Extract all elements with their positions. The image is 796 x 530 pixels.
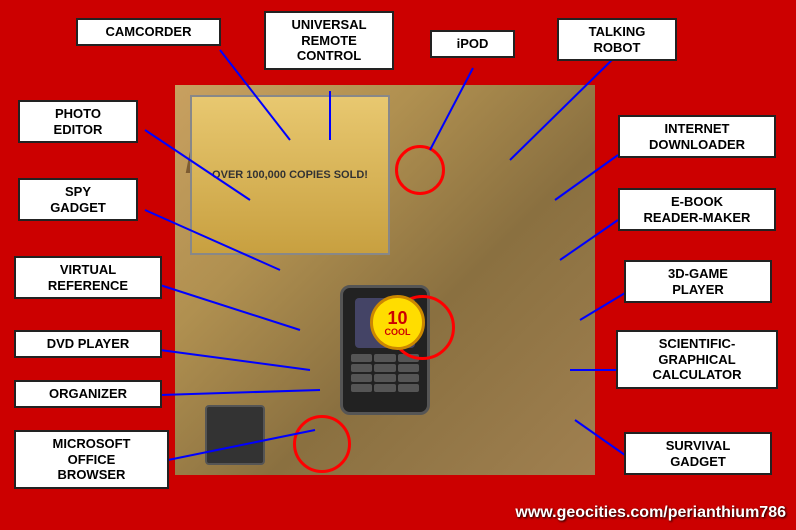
label-universal-remote: UNIVERSALREMOTECONTROL [264, 11, 394, 70]
label-virtual-reference: VIRTUALREFERENCE [14, 256, 162, 299]
badge-number: 10 [387, 309, 407, 327]
red-circle-1 [395, 145, 445, 195]
label-photo-editor: PHOTOEDITOR [18, 100, 138, 143]
label-ipod: iPOD [430, 30, 515, 58]
label-3d-game-player: 3D-GAMEPLAYER [624, 260, 772, 303]
badge-cool: COOL [385, 327, 411, 337]
label-organizer: ORGANIZER [14, 380, 162, 408]
label-spy-gadget: SPYGADGET [18, 178, 138, 221]
label-microsoft-office-browser: MICROSOFTOFFICEBROWSER [14, 430, 169, 489]
center-image: ROBOT OVER 100,000 COPIES SOLD! 10 COOL [175, 85, 595, 475]
label-talking-robot: TALKINGROBOT [557, 18, 677, 61]
label-scientific-calculator: SCIENTIFIC-GRAPHICALCALCULATOR [616, 330, 778, 389]
label-dvd-player: DVD PLAYER [14, 330, 162, 358]
label-survival-gadget: SURVIVALGADGET [624, 432, 772, 475]
badge-10cool: 10 COOL [370, 295, 425, 350]
label-camcorder: CAMCORDER [76, 18, 221, 46]
label-internet-downloader: INTERNETDOWNLOADER [618, 115, 776, 158]
label-ebook-reader: E-BOOKREADER-MAKER [618, 188, 776, 231]
website-url: www.geocities.com/perianthium786 [515, 504, 786, 522]
red-circle-3 [293, 415, 351, 473]
